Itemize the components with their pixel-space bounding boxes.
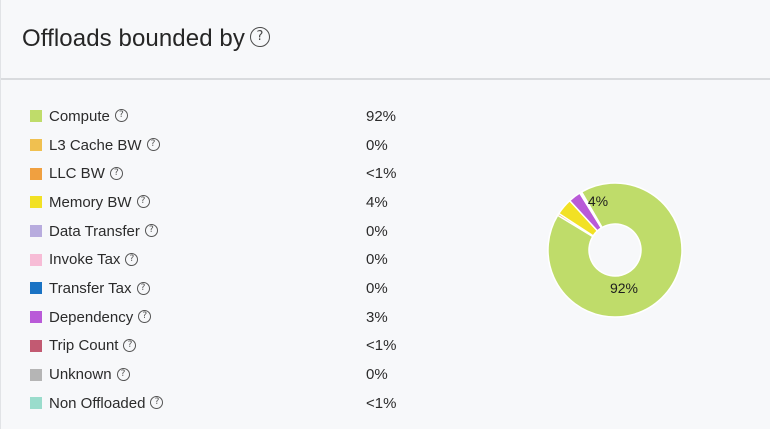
help-icon[interactable]: ? xyxy=(144,224,158,238)
donut-label-compute: 92% xyxy=(610,280,638,296)
legend-label: Non Offloaded xyxy=(49,394,146,412)
offloads-bounded-by-panel: Offloads bounded by ? Compute? 92% L3 Cach… xyxy=(0,0,770,429)
legend-item-memory-bw: Memory BW? 4% xyxy=(30,188,450,217)
legend-swatch xyxy=(30,110,42,123)
help-icon[interactable]: ? xyxy=(138,310,152,324)
legend-value: 0% xyxy=(366,366,388,384)
legend-item-invoke-tax: Invoke Tax? 0% xyxy=(30,245,450,274)
panel-header: Offloads bounded by ? xyxy=(1,0,770,80)
legend-item-trip-count: Trip Count? <1% xyxy=(30,332,450,361)
legend-swatch xyxy=(30,139,42,152)
donut-chart-svg: 92% 4% xyxy=(547,182,683,318)
legend-label: Compute xyxy=(49,107,110,125)
legend-label-cell: Memory BW? xyxy=(49,194,366,211)
legend-value: <1% xyxy=(366,394,397,412)
help-icon[interactable]: ? xyxy=(136,195,150,209)
legend-swatch xyxy=(30,282,42,295)
legend-label-cell: Invoke Tax? xyxy=(49,251,366,268)
legend-value: <1% xyxy=(366,337,397,355)
help-icon[interactable]: ? xyxy=(123,338,137,352)
legend-list: Compute? 92% L3 Cache BW? 0% LLC BW? <1% Memor… xyxy=(30,102,450,418)
legend-swatch xyxy=(30,368,42,381)
legend-swatch xyxy=(30,167,42,180)
help-icon[interactable]: ? xyxy=(146,138,160,152)
legend-value: 0% xyxy=(366,279,388,297)
legend-value: 0% xyxy=(366,136,388,154)
donut-chart: 92% 4% xyxy=(541,176,689,324)
legend-value: 3% xyxy=(366,308,388,326)
legend-value: 4% xyxy=(366,193,388,211)
legend-label-cell: L3 Cache BW? xyxy=(49,137,366,154)
help-icon[interactable]: ? xyxy=(114,109,128,123)
legend-item-transfer-tax: Transfer Tax? 0% xyxy=(30,274,450,303)
help-icon[interactable]: ? xyxy=(150,396,164,410)
help-icon[interactable]: ? xyxy=(109,166,123,180)
legend-value: 92% xyxy=(366,107,397,125)
legend-label: Transfer Tax xyxy=(49,279,132,297)
legend-value: 0% xyxy=(366,251,388,269)
legend-item-unknown: Unknown? 0% xyxy=(30,360,450,389)
legend-swatch xyxy=(30,253,42,266)
legend-item-compute: Compute? 92% xyxy=(30,102,450,131)
legend-label-cell: Transfer Tax? xyxy=(49,280,366,297)
legend-value: <1% xyxy=(366,165,397,183)
legend-label-cell: Trip Count? xyxy=(49,337,366,354)
legend-label: L3 Cache BW xyxy=(49,136,142,154)
legend-swatch xyxy=(30,339,42,352)
legend-label-cell: LLC BW? xyxy=(49,165,366,182)
legend-swatch xyxy=(30,196,42,209)
legend-label-cell: Unknown? xyxy=(49,366,366,383)
legend-label-cell: Compute? xyxy=(49,108,366,125)
legend-value: 0% xyxy=(366,222,388,240)
legend-label-cell: Dependency? xyxy=(49,309,366,326)
legend-swatch xyxy=(30,225,42,238)
legend-label: Invoke Tax xyxy=(49,251,121,269)
help-icon[interactable]: ? xyxy=(136,281,150,295)
legend-label: Unknown xyxy=(49,366,112,384)
legend-label: Trip Count xyxy=(49,337,119,355)
help-icon[interactable]: ? xyxy=(125,252,139,266)
legend-item-data-transfer: Data Transfer? 0% xyxy=(30,217,450,246)
legend-item-llc-bw: LLC BW? <1% xyxy=(30,159,450,188)
legend-label: Memory BW xyxy=(49,193,132,211)
legend-swatch xyxy=(30,311,42,324)
panel-title: Offloads bounded by xyxy=(22,25,245,52)
legend-item-non-offloaded: Non Offloaded? <1% xyxy=(30,389,450,418)
legend-label-cell: Non Offloaded? xyxy=(49,395,366,412)
help-icon[interactable]: ? xyxy=(116,367,130,381)
legend-item-dependency: Dependency? 3% xyxy=(30,303,450,332)
donut-label-memory-bw: 4% xyxy=(588,193,608,209)
legend-label-cell: Data Transfer? xyxy=(49,223,366,240)
legend-label: Dependency xyxy=(49,308,134,326)
legend-label: LLC BW xyxy=(49,165,105,183)
help-icon[interactable]: ? xyxy=(249,27,270,47)
legend-swatch xyxy=(30,397,42,410)
legend-label: Data Transfer xyxy=(49,222,140,240)
legend-item-l3-cache-bw: L3 Cache BW? 0% xyxy=(30,131,450,160)
